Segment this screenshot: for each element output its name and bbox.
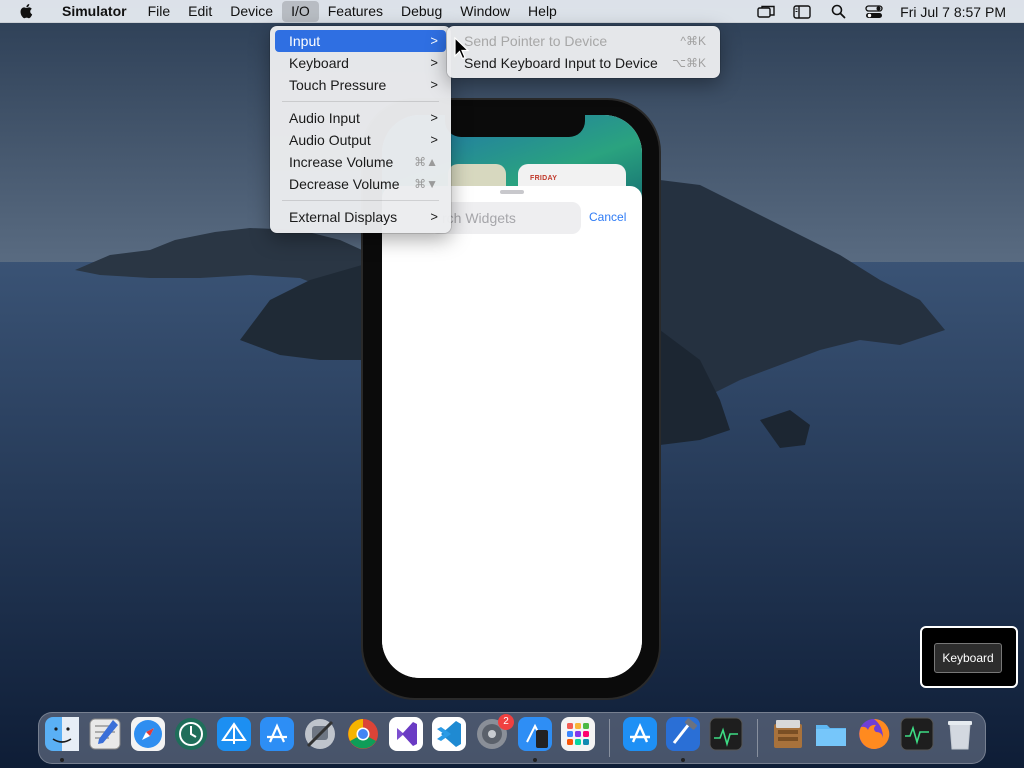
vscode-icon[interactable] bbox=[431, 716, 467, 752]
menu-item-input[interactable]: Input > bbox=[275, 30, 446, 52]
menu-item-increase-volume[interactable]: Increase Volume ⌘▲ bbox=[275, 151, 446, 173]
menu-item-label: Decrease Volume bbox=[289, 176, 400, 192]
menu-item-label: Input bbox=[289, 33, 321, 49]
trash-icon[interactable] bbox=[942, 716, 978, 752]
chevron-right-icon: > bbox=[430, 77, 438, 92]
activity-monitor-secondary-icon[interactable] bbox=[899, 716, 935, 752]
folder-icon[interactable] bbox=[813, 716, 849, 752]
menu-debug[interactable]: Debug bbox=[392, 0, 451, 23]
menu-io[interactable]: I/O bbox=[282, 1, 319, 22]
control-center-icon[interactable] bbox=[864, 4, 884, 20]
chrome-icon[interactable] bbox=[345, 716, 381, 752]
mouse-cursor-icon bbox=[454, 37, 470, 60]
archive-utility-icon[interactable] bbox=[770, 716, 806, 752]
cancel-button[interactable]: Cancel bbox=[589, 210, 626, 224]
dock-separator bbox=[609, 719, 610, 757]
menu-features[interactable]: Features bbox=[319, 0, 392, 23]
menu-item-label: Keyboard bbox=[289, 55, 349, 71]
menu-item-external-displays[interactable]: External Displays > bbox=[275, 206, 446, 228]
visual-studio-icon[interactable] bbox=[388, 716, 424, 752]
menu-separator bbox=[282, 200, 439, 201]
menu-app-name[interactable]: Simulator bbox=[44, 0, 139, 23]
menu-window[interactable]: Window bbox=[451, 0, 519, 23]
menu-help[interactable]: Help bbox=[519, 0, 566, 23]
menu-item-touch-pressure[interactable]: Touch Pressure > bbox=[275, 74, 446, 96]
menu-item-shortcut: ^⌘K bbox=[680, 34, 706, 48]
menu-item-label: Touch Pressure bbox=[289, 77, 387, 93]
menu-item-shortcut: ⌘▼ bbox=[414, 177, 438, 191]
menu-item-send-keyboard-input[interactable]: Send Keyboard Input to Device ⌥⌘K bbox=[451, 52, 716, 74]
menu-item-label: External Displays bbox=[289, 209, 398, 225]
simulator-icon[interactable] bbox=[517, 716, 553, 752]
menu-item-label: Audio Output bbox=[289, 132, 371, 148]
dock-separator bbox=[757, 719, 758, 757]
safari-icon[interactable] bbox=[130, 716, 166, 752]
spotlight-search-icon[interactable] bbox=[828, 4, 848, 20]
app-store-connect-icon[interactable] bbox=[259, 716, 295, 752]
menu-item-audio-input[interactable]: Audio Input > bbox=[275, 107, 446, 129]
testflight-icon[interactable] bbox=[216, 716, 252, 752]
automator-icon[interactable] bbox=[302, 716, 338, 752]
screen-mirroring-icon[interactable] bbox=[756, 4, 776, 20]
menu-item-shortcut: ⌘▲ bbox=[414, 155, 438, 169]
keyboard-button[interactable]: Keyboard bbox=[934, 643, 1002, 673]
launchpad-icon[interactable] bbox=[560, 716, 596, 752]
menu-item-label: Send Keyboard Input to Device bbox=[464, 55, 658, 71]
finder-icon[interactable] bbox=[44, 716, 80, 752]
time-machine-icon[interactable] bbox=[173, 716, 209, 752]
running-indicator bbox=[681, 758, 685, 762]
script-editor-icon[interactable] bbox=[87, 716, 123, 752]
menu-file[interactable]: File bbox=[139, 0, 180, 23]
menu-item-keyboard[interactable]: Keyboard > bbox=[275, 52, 446, 74]
menu-device[interactable]: Device bbox=[221, 0, 282, 23]
menu-separator bbox=[282, 101, 439, 102]
chevron-right-icon: > bbox=[430, 55, 438, 70]
apple-icon[interactable] bbox=[18, 2, 36, 20]
app-store-icon[interactable] bbox=[622, 716, 658, 752]
menu-item-send-pointer: Send Pointer to Device ^⌘K bbox=[451, 30, 716, 52]
running-indicator bbox=[533, 758, 537, 762]
input-submenu: Send Pointer to Device ^⌘K Send Keyboard… bbox=[447, 26, 720, 78]
firefox-icon[interactable] bbox=[856, 716, 892, 752]
menu-item-shortcut: ⌥⌘K bbox=[672, 56, 706, 70]
xcode-icon[interactable] bbox=[665, 716, 701, 752]
menu-item-label: Send Pointer to Device bbox=[464, 33, 608, 49]
chevron-right-icon: > bbox=[430, 33, 438, 48]
menu-bar: Simulator File Edit Device I/O Features … bbox=[0, 0, 1024, 23]
running-indicator bbox=[60, 758, 64, 762]
menu-item-decrease-volume[interactable]: Decrease Volume ⌘▼ bbox=[275, 173, 446, 195]
widget-gallery-sheet bbox=[382, 186, 642, 678]
menu-item-audio-output[interactable]: Audio Output > bbox=[275, 129, 446, 151]
sheet-grabber[interactable] bbox=[500, 190, 524, 194]
widget-search-field[interactable]: rch Widgets bbox=[430, 202, 581, 234]
sidebar-icon[interactable] bbox=[792, 4, 812, 20]
widget-day-label: FRIDAY bbox=[530, 175, 558, 182]
notification-badge: 2 bbox=[498, 714, 514, 730]
menu-item-label: Increase Volume bbox=[289, 154, 394, 170]
device-notch bbox=[445, 113, 585, 137]
chevron-right-icon: > bbox=[430, 132, 438, 147]
activity-monitor-icon[interactable] bbox=[708, 716, 744, 752]
menu-bar-clock[interactable]: Fri Jul 7 8:57 PM bbox=[900, 4, 1006, 20]
chevron-right-icon: > bbox=[430, 209, 438, 224]
menu-item-label: Audio Input bbox=[289, 110, 360, 126]
menu-edit[interactable]: Edit bbox=[179, 0, 221, 23]
chevron-right-icon: > bbox=[430, 110, 438, 125]
io-menu: Input > Keyboard > Touch Pressure > Audi… bbox=[270, 26, 451, 233]
